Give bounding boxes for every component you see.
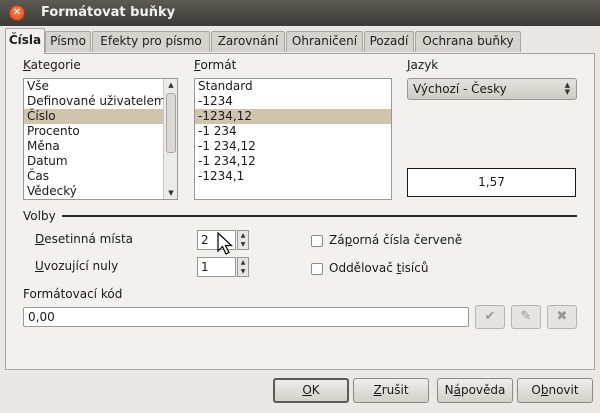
options-separator (62, 215, 577, 217)
language-select[interactable]: Výchozí - Česky ▲ ▼ (407, 78, 577, 100)
edit-comment-icon[interactable]: ✎ (511, 305, 541, 329)
tab-cell-protection[interactable]: Ochrana buňky (415, 31, 521, 52)
language-value: Výchozí - Česky (413, 82, 507, 96)
updown-arrows-icon: ▲ ▼ (564, 81, 570, 96)
tab-font-effects[interactable]: Efekty pro písmo (92, 31, 210, 52)
tab-borders[interactable]: Ohraničení (286, 31, 363, 52)
negative-red-checkbox[interactable] (311, 235, 323, 247)
stepper-arrows-icon[interactable]: ▲ ▼ (237, 230, 249, 250)
delete-icon[interactable]: ✖ (547, 305, 577, 329)
list-item[interactable]: Měna (24, 139, 177, 154)
leading-zeros-label: Uvozující nuly (35, 259, 119, 273)
leading-zeros-stepper[interactable]: 1 ▲ ▼ (197, 257, 249, 277)
list-item[interactable]: -1234,1 (195, 169, 391, 184)
list-item[interactable]: Vše (24, 79, 177, 94)
checkmark-icon[interactable]: ✔ (475, 305, 505, 329)
options-title: Volby (23, 209, 56, 223)
tab-alignment[interactable]: Zarovnání (211, 31, 285, 52)
language-label: Jazyk (407, 58, 439, 72)
mouse-cursor-icon (217, 232, 234, 255)
list-item[interactable]: Standard (195, 79, 391, 94)
list-item[interactable]: -1 234,12 (195, 154, 391, 169)
stepper-arrows-icon[interactable]: ▲ ▼ (237, 257, 249, 277)
thousands-separator-checkbox[interactable] (311, 263, 323, 275)
leading-zeros-input[interactable]: 1 (197, 257, 236, 277)
scroll-up-icon[interactable]: ▲ (166, 80, 176, 90)
cancel-button[interactable]: Zrušit (353, 378, 429, 403)
list-item[interactable]: -1 234 (195, 124, 391, 139)
format-list[interactable]: Standard -1234 -1234,12 -1 234 -1 234,12… (194, 78, 392, 200)
list-item[interactable]: -1 234,12 (195, 139, 391, 154)
category-label: Kategorie (23, 58, 81, 72)
negative-red-label[interactable]: Záporná čísla červeně (329, 233, 462, 247)
tab-numbers[interactable]: Čísla (5, 28, 45, 54)
scrollbar-thumb[interactable] (166, 93, 176, 153)
close-icon[interactable]: ✕ (9, 5, 25, 21)
help-button[interactable]: Nápověda (437, 378, 513, 403)
ok-button[interactable]: OK (273, 378, 349, 403)
format-label: Formát (194, 58, 237, 72)
list-item[interactable]: Vědecký (24, 184, 177, 199)
format-code-input[interactable]: 0,00 (23, 307, 469, 327)
window-title: Formátovat buňky (41, 5, 176, 20)
category-list[interactable]: Vše Definované uživatelem Číslo Procento… (23, 78, 178, 200)
format-cells-dialog: ✕ Formátovat buňky Čísla Písmo Efekty pr… (0, 0, 600, 413)
format-code-label: Formátovací kód (23, 287, 123, 301)
category-scrollbar[interactable]: ▲ ▼ (163, 79, 177, 199)
list-item[interactable]: Datum (24, 154, 177, 169)
format-preview: 1,57 (407, 168, 576, 197)
tab-background[interactable]: Pozadí (364, 31, 414, 52)
list-item[interactable]: -1234,12 (195, 109, 391, 124)
list-item[interactable]: Definované uživatelem (24, 94, 177, 109)
tab-font[interactable]: Písmo (45, 31, 91, 52)
decimal-places-label: Desetinná místa (35, 232, 134, 246)
list-item[interactable]: Číslo (24, 109, 177, 124)
list-item[interactable]: Čas (24, 169, 177, 184)
reset-button[interactable]: Obnovit (517, 378, 593, 403)
list-item[interactable]: Procento (24, 124, 177, 139)
thousands-separator-label[interactable]: Oddělovač tisíců (329, 261, 428, 275)
title-bar: ✕ Formátovat buňky (0, 0, 600, 26)
list-item[interactable]: -1234 (195, 94, 391, 109)
scroll-down-icon[interactable]: ▼ (166, 188, 176, 198)
